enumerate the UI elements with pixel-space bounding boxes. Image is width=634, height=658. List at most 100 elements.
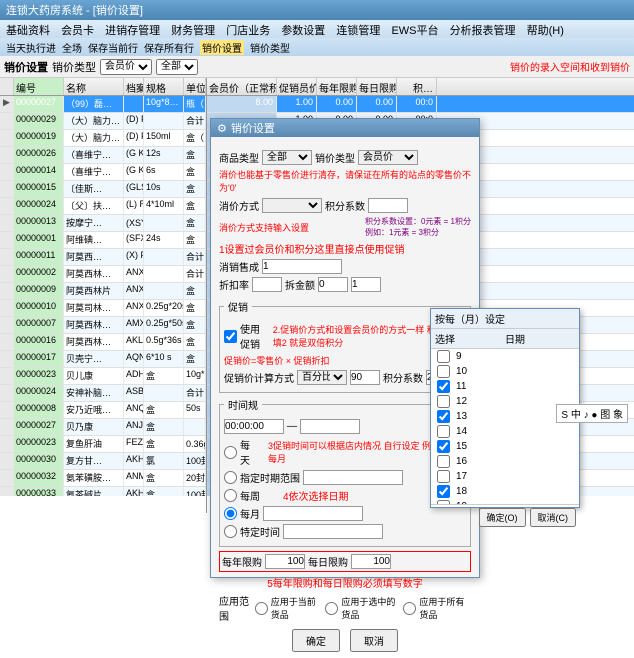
menu-item[interactable]: 分析报表管理 (450, 25, 516, 37)
monthly-input[interactable] (263, 506, 363, 521)
date-checkbox[interactable] (437, 395, 450, 408)
menu-item[interactable]: 会员卡 (61, 25, 94, 37)
date-item[interactable]: 14 (431, 424, 579, 439)
col-code[interactable]: 编号 (14, 78, 64, 95)
price-type-select[interactable]: 会员价 (358, 150, 418, 165)
table-row[interactable]: 00000001阿维碘…(SFXV)…24s盒 (0, 232, 206, 249)
date-item[interactable]: 11 (431, 379, 579, 394)
col-unit[interactable]: 单位 (184, 78, 206, 95)
filter-type-select[interactable]: 会员价 (100, 59, 152, 75)
date-checkbox[interactable] (437, 410, 450, 423)
col-points[interactable]: 积… (397, 78, 437, 95)
toolbar-item[interactable]: 销价类型 (250, 40, 290, 55)
menu-item[interactable]: 基础资料 (6, 25, 50, 37)
table-row[interactable]: 00000029（大）脑力…(D) FUXH]合计 (0, 113, 206, 130)
menu-item[interactable]: EWS平台 (391, 25, 438, 37)
deposit-input2[interactable] (318, 277, 348, 292)
date-item[interactable]: 18 (431, 484, 579, 499)
promo-val-input[interactable] (350, 370, 380, 385)
date-range-input[interactable] (303, 470, 403, 485)
radio-date-range[interactable] (224, 471, 237, 484)
col-day-limit[interactable]: 每日限购 (357, 78, 397, 95)
date-list[interactable]: 91011121314151617181920212223 (431, 349, 579, 504)
table-row[interactable]: 00000011阿莫西…(X) FNDF…合计 (0, 249, 206, 266)
ime-toolbar[interactable]: S 中 ♪ ● 图 象 (556, 404, 628, 423)
col-member-price[interactable]: 会员价（正常积分） (207, 78, 277, 95)
table-row[interactable]: 00000009阿莫西林片ANXLTP盒 (0, 283, 206, 300)
menu-item[interactable]: 帮助(H) (527, 25, 564, 37)
col-year-limit[interactable]: 每年限购 (317, 78, 357, 95)
toolbar-item[interactable]: 当天执行进 (6, 40, 56, 55)
table-row[interactable]: 00000033氨茶碱片AKHPPTZPH盒100封（装） (0, 487, 206, 496)
col-file-price[interactable]: 档案价 (124, 78, 144, 95)
grid-body[interactable]: ▶00000027（99）磊…10g*8…瓶（…00000029（大）脑力…(D… (0, 96, 206, 496)
menu-item[interactable]: 门店业务 (226, 25, 270, 37)
table-row[interactable]: 00000027贝乃康ANJF盒 (0, 419, 206, 436)
toolbar-item[interactable]: 保存所有行 (144, 40, 194, 55)
menu-item[interactable]: 参数设置 (281, 25, 325, 37)
date-cancel-button[interactable]: 取消(C) (530, 508, 577, 527)
table-row[interactable]: 00000019（大）脑力…(D) FUXH]150ml盒（… (0, 130, 206, 147)
menu-item[interactable]: 连锁管理 (336, 25, 380, 37)
date-checkbox[interactable] (437, 470, 450, 483)
toolbar-item[interactable]: 全场 (62, 40, 82, 55)
date-checkbox[interactable] (437, 425, 450, 438)
table-row[interactable]: 00000024〔父〕扶…(L) RID…4*10ml盒 (0, 198, 206, 215)
table-row[interactable]: 00000023贝儿康ADHAL盒10g*8d (0, 368, 206, 385)
date-item[interactable]: 17 (431, 469, 579, 484)
date-item[interactable]: 10 (431, 364, 579, 379)
goods-type-select[interactable]: 全部 (262, 150, 312, 165)
table-row[interactable]: 00000015〔佳斯…(GLS) Z…10s盒 (0, 181, 206, 198)
table-row[interactable]: 00000016阿莫西林…AKLJG0.5g*36s盒 (0, 334, 206, 351)
table-row[interactable]: 00000024安神补脑…ASBTING合计 (0, 385, 206, 402)
date-item[interactable]: 16 (431, 454, 579, 469)
table-row[interactable]: 00000008安乃近哦…ANQYS…盒50s (0, 402, 206, 419)
cancel-button[interactable]: 取消 (350, 629, 398, 652)
discount-input[interactable] (252, 277, 282, 292)
time-input-2[interactable] (300, 419, 360, 434)
date-checkbox[interactable] (437, 500, 450, 504)
promo-calc-select[interactable]: 百分比 (297, 370, 347, 385)
sale-gen-input[interactable] (262, 259, 342, 274)
date-checkbox[interactable] (437, 485, 450, 498)
time-input[interactable] (224, 419, 284, 434)
dialog-title-bar[interactable]: ⚙ 销价设置 (211, 119, 479, 137)
toolbar-item-active[interactable]: 销价设置 (200, 40, 244, 55)
table-row[interactable]: 00000023复鱼肝油FEZHTHW盒0.36g（… (0, 436, 206, 453)
table-row[interactable]: ▶00000027（99）磊…10g*8…瓶（… (0, 96, 206, 113)
radio-apply-all[interactable] (403, 602, 416, 615)
date-checkbox[interactable] (437, 380, 450, 393)
date-item[interactable]: 9 (431, 349, 579, 364)
radio-apply-selected[interactable] (325, 602, 338, 615)
table-row[interactable]: 00000013按摩宁…(XSY Q… 氯…盒 (0, 215, 206, 232)
filter-dept-select[interactable]: 全部 (156, 59, 198, 75)
menu-item[interactable]: 进销存管理 (105, 25, 160, 37)
specific-input[interactable] (283, 524, 383, 539)
col-spec[interactable]: 规格 (144, 78, 184, 95)
table-row[interactable]: 00000007阿莫西林…AMXLTG0.25g*50s盒 (0, 317, 206, 334)
table-row[interactable]: 00000030复方甘…AKHFTYQ氯100封（装） (0, 453, 206, 470)
menu-item[interactable]: 财务管理 (171, 25, 215, 37)
point-coef-input[interactable] (368, 198, 408, 213)
table-row[interactable]: 00000026（喜维宁…(G K) FF…12s盒 (0, 147, 206, 164)
use-promo-checkbox[interactable] (224, 330, 237, 343)
table-row[interactable]: 00000014（喜维宁…(G K) FF…6s盒 (0, 164, 206, 181)
table-row[interactable]: 00000017贝壳宁…AQNSPSP…6*10 s盒 (0, 351, 206, 368)
radio-specific[interactable] (224, 525, 237, 538)
table-row[interactable]: 00000010阿莫司林…ANXLJG0.25g*20s盒 (0, 300, 206, 317)
deposit-input3[interactable] (351, 277, 381, 292)
table-row[interactable]: 00000032氨苯磺胺…ANMEL盒20封（装） (0, 470, 206, 487)
day-limit-input[interactable] (351, 554, 391, 569)
ok-button[interactable]: 确定 (292, 629, 340, 652)
date-ok-button[interactable]: 确定(O) (479, 508, 526, 527)
table-row[interactable]: 8.001.000.000.0000:0 (207, 96, 634, 113)
year-limit-input[interactable] (265, 554, 305, 569)
col-promo-price[interactable]: 促销员价 (277, 78, 317, 95)
price-method-select[interactable] (262, 198, 322, 213)
date-item[interactable]: 15 (431, 439, 579, 454)
date-checkbox[interactable] (437, 440, 450, 453)
date-checkbox[interactable] (437, 455, 450, 468)
col-name[interactable]: 名称 (64, 78, 124, 95)
radio-weekly[interactable] (224, 489, 237, 502)
date-checkbox[interactable] (437, 365, 450, 378)
